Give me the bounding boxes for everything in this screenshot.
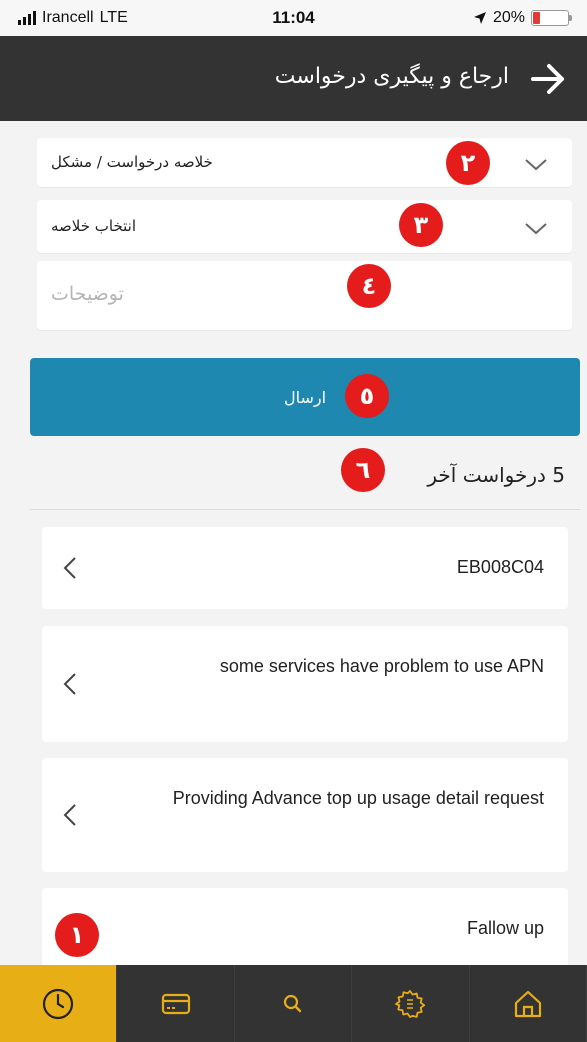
- status-bar: Irancell LTE 11:04 20%: [0, 0, 587, 36]
- request-card-text: EB008C04: [456, 557, 544, 577]
- send-button[interactable]: ارسال: [30, 358, 580, 436]
- annotation-badge-1: ١: [55, 913, 99, 957]
- gear-icon: [395, 989, 426, 1018]
- select-summary-dropdown[interactable]: انتخاب خلاصه: [37, 200, 572, 253]
- location-arrow-icon: [473, 12, 486, 24]
- search-icon: [283, 994, 302, 1012]
- chevron-left-icon: [63, 557, 76, 579]
- request-card[interactable]: EB008C04: [42, 527, 568, 609]
- divider: [30, 509, 580, 510]
- chevron-left-icon: [63, 804, 76, 826]
- send-button-label: ارسال: [283, 387, 327, 407]
- clock-icon: [43, 988, 74, 1019]
- description-input[interactable]: توضیحات: [37, 261, 572, 330]
- battery-fill: [533, 12, 541, 24]
- request-card-text: Providing Advance top up usage detail re…: [172, 788, 544, 808]
- page-title: ارجاع و پیگیری درخواست: [274, 64, 509, 89]
- app-header: ارجاع و پیگیری درخواست: [0, 36, 587, 121]
- status-right: 20%: [473, 9, 572, 27]
- request-card[interactable]: some services have problem to use APN: [42, 626, 568, 742]
- request-card[interactable]: Fallow up: [42, 888, 568, 968]
- home-icon: [514, 990, 541, 1017]
- recent-requests-title: 5 درخواست آخر: [427, 463, 565, 487]
- arrow-right-icon[interactable]: [529, 60, 567, 98]
- select-summary-label: انتخاب خلاصه: [51, 217, 137, 235]
- nav-item-card[interactable]: [117, 965, 235, 1042]
- chevron-down-icon: [525, 159, 547, 171]
- annotation-badge-3: ٣: [399, 203, 443, 247]
- annotation-badge-6: ٦: [341, 448, 385, 492]
- nav-item-history[interactable]: [0, 965, 118, 1042]
- request-card-text: some services have problem to use APN: [219, 656, 544, 676]
- battery-icon: [531, 10, 572, 26]
- card-icon: [161, 993, 190, 1014]
- chevron-down-icon: [525, 223, 547, 235]
- description-placeholder: توضیحات: [51, 283, 124, 305]
- bottom-nav: [0, 965, 587, 1042]
- annotation-badge-2: ٢: [446, 141, 490, 185]
- summary-dropdown[interactable]: خلاصه درخواست / مشکل: [37, 138, 572, 187]
- annotation-badge-4: ٤: [347, 264, 391, 308]
- nav-item-home[interactable]: [470, 965, 587, 1042]
- battery-percent: 20%: [492, 9, 525, 26]
- request-card[interactable]: Providing Advance top up usage detail re…: [42, 758, 568, 872]
- chevron-left-icon: [63, 673, 76, 695]
- request-card-text: Fallow up: [466, 918, 544, 938]
- nav-item-settings[interactable]: [352, 965, 470, 1042]
- nav-item-search[interactable]: [235, 965, 353, 1042]
- annotation-badge-5: ٥: [345, 374, 389, 418]
- summary-dropdown-label: خلاصه درخواست / مشکل: [51, 153, 213, 171]
